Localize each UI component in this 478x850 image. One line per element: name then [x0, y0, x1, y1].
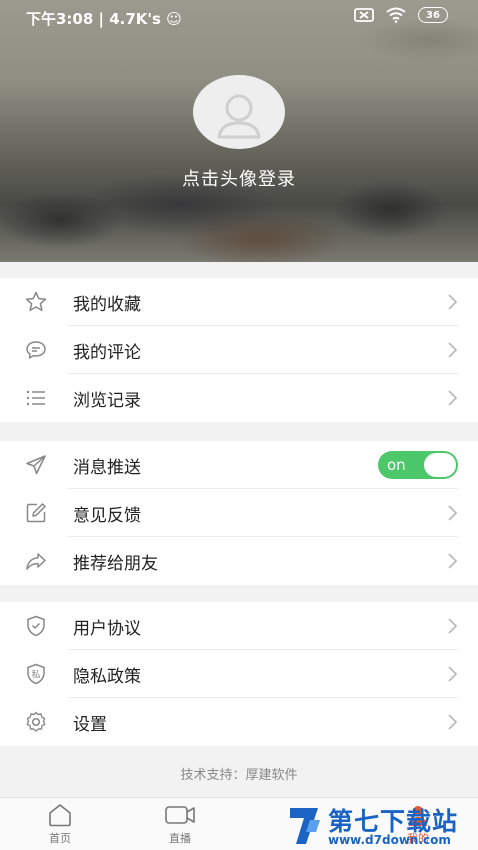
status-time: 下午3:08 | 4.7K's ☺	[26, 10, 182, 28]
menu-item-label: 意见反馈	[73, 505, 141, 526]
chevron-right-icon	[448, 618, 458, 634]
menu-item-privacy-policy[interactable]: 私 隐私政策	[0, 650, 478, 698]
watermark-logo-icon	[290, 808, 320, 844]
avatar[interactable]	[193, 75, 285, 149]
menu-item-label: 我的评论	[73, 342, 141, 363]
menu-item-label: 用户协议	[73, 618, 141, 639]
star-icon	[25, 291, 47, 312]
home-icon	[49, 804, 71, 827]
menu-item-push-notifications: 消息推送 on	[0, 441, 478, 489]
privacy-shield-icon: 私	[27, 663, 45, 685]
share-icon	[26, 553, 46, 570]
comment-icon	[26, 341, 46, 359]
tab-home[interactable]: 首页	[20, 802, 100, 846]
user-avatar-icon	[217, 94, 261, 139]
chevron-right-icon	[448, 553, 458, 569]
chevron-right-icon	[448, 666, 458, 682]
status-icons: 36	[354, 7, 448, 23]
menu-item-history[interactable]: 浏览记录	[0, 374, 478, 422]
chevron-right-icon	[448, 505, 458, 521]
profile-header: 下午3:08 | 4.7K's ☺ 36 点击头像登录	[0, 0, 478, 262]
push-toggle[interactable]: on	[378, 451, 458, 479]
menu-item-favorites[interactable]: 我的收藏	[0, 278, 478, 326]
wifi-icon	[386, 7, 406, 23]
watermark: 第七下载站 www.d7down.com	[280, 800, 478, 850]
menu-item-label: 设置	[73, 714, 107, 735]
edit-icon	[26, 503, 46, 523]
menu-group-personal: 我的收藏 我的评论 浏览记录	[0, 278, 478, 422]
gear-icon	[26, 711, 46, 732]
menu-item-comments[interactable]: 我的评论	[0, 326, 478, 374]
chevron-right-icon	[448, 294, 458, 310]
menu-item-user-agreement[interactable]: 用户协议	[0, 602, 478, 650]
tab-label: 直播	[169, 832, 191, 845]
menu-group-legal: 用户协议 私 隐私政策 设置	[0, 602, 478, 746]
tab-label: 首页	[49, 832, 71, 845]
chevron-right-icon	[448, 390, 458, 406]
menu-item-recommend[interactable]: 推荐给朋友	[0, 537, 478, 585]
menu-item-feedback[interactable]: 意见反馈	[0, 489, 478, 537]
video-icon	[165, 806, 195, 824]
privacy-badge: 私	[31, 670, 40, 681]
menu-item-label: 我的收藏	[73, 294, 141, 315]
tab-live[interactable]: 直播	[140, 802, 220, 846]
menu-item-label: 消息推送	[73, 457, 141, 478]
no-sim-icon	[354, 8, 374, 22]
menu-item-label: 浏览记录	[73, 390, 141, 411]
send-icon	[26, 455, 46, 475]
toggle-state-label: on	[387, 456, 406, 474]
chevron-right-icon	[448, 342, 458, 358]
menu-group-general: 消息推送 on 意见反馈 推荐给朋友	[0, 441, 478, 585]
watermark-url: www.d7down.com	[328, 833, 451, 847]
toggle-knob	[424, 453, 456, 477]
chevron-right-icon	[448, 714, 458, 730]
shield-icon	[27, 615, 45, 637]
menu-item-settings[interactable]: 设置	[0, 698, 478, 746]
battery-icon: 36	[418, 7, 448, 23]
menu-item-label: 推荐给朋友	[73, 553, 158, 574]
tech-support-text: 技术支持：厚建软件	[180, 768, 298, 783]
login-prompt[interactable]: 点击头像登录	[0, 165, 478, 191]
status-bar: 下午3:08 | 4.7K's ☺ 36	[0, 0, 478, 34]
menu-item-label: 隐私政策	[73, 666, 141, 687]
list-icon	[26, 390, 45, 406]
